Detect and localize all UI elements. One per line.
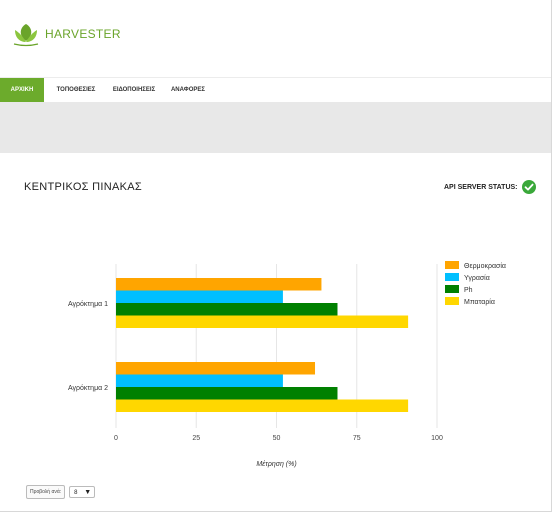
bar-2-1 [116, 362, 316, 375]
category-label: Αγρόκτημα 2 [68, 384, 108, 392]
x-tick-label: 75 [353, 435, 361, 442]
legend-label: Ph [464, 287, 473, 294]
category-label: Αγρόκτημα 1 [68, 300, 108, 308]
x-axis-label: Μέτρηση (%) [256, 460, 296, 468]
legend-label: Θερμοκρασία [464, 262, 506, 270]
api-status-label: API SERVER STATUS: [444, 183, 518, 191]
x-tick-label: 25 [192, 435, 200, 442]
legend-swatch [445, 261, 459, 269]
page-size-value: 8 [74, 490, 78, 496]
x-tick-label: 100 [431, 435, 443, 442]
nav-tab-home[interactable]: ΑΡΧΙΚΗ [0, 78, 44, 103]
page-size-select[interactable]: 8 ▼ [69, 486, 96, 498]
header-band [0, 102, 551, 153]
nav-tab-notifications[interactable]: ΕΙΔΟΠΟΙΗΣΕΙΣ [106, 78, 162, 103]
brand-logo[interactable]: HARVESTER [11, 20, 121, 48]
harvester-leaf-icon [13, 24, 39, 47]
bar-2-4 [116, 399, 409, 412]
page-title: ΚΕΝΤΡΙΚΟΣ ΠΙΝΑΚΑΣ [24, 181, 142, 193]
nav-tab-locations[interactable]: ΤΟΠΟΘΕΣΙΕΣ [50, 78, 102, 103]
api-server-status: API SERVER STATUS: [444, 180, 536, 194]
legend-swatch [445, 273, 459, 281]
bar-1-3 [116, 303, 338, 316]
x-tick-label: 50 [273, 435, 281, 442]
bar-1-1 [116, 278, 322, 291]
legend-swatch [445, 285, 459, 293]
bar-1-2 [116, 290, 283, 303]
main-navigation: ΑΡΧΙΚΗ ΤΟΠΟΘΕΣΙΕΣ ΕΙΔΟΠΟΙΗΣΕΙΣ ΑΝΑΦΟΡΕΣ [0, 77, 551, 103]
legend-swatch [445, 297, 459, 305]
page-size-label: Προβολή ανά: [26, 485, 66, 499]
nav-tab-reports[interactable]: ΑΝΑΦΟΡΕΣ [166, 78, 210, 103]
legend-label: Υγρασία [464, 274, 490, 282]
legend-label: Μπαταρία [464, 298, 495, 306]
bar-2-2 [116, 374, 283, 387]
x-tick-label: 0 [114, 435, 118, 442]
pagination-control: Προβολή ανά: 8 ▼ [26, 485, 96, 499]
farm-measurements-chart: 0 25 50 75 100 Αγρόκτημα 1 Αγρόκτημα 2 Μέτρηση … [68, 261, 506, 468]
bar-1-4 [116, 315, 409, 328]
bar-2-3 [116, 387, 338, 400]
dropdown-arrow-icon: ▼ [84, 489, 92, 496]
check-circle-icon [521, 180, 536, 194]
brand-name: HARVESTER [45, 27, 121, 41]
